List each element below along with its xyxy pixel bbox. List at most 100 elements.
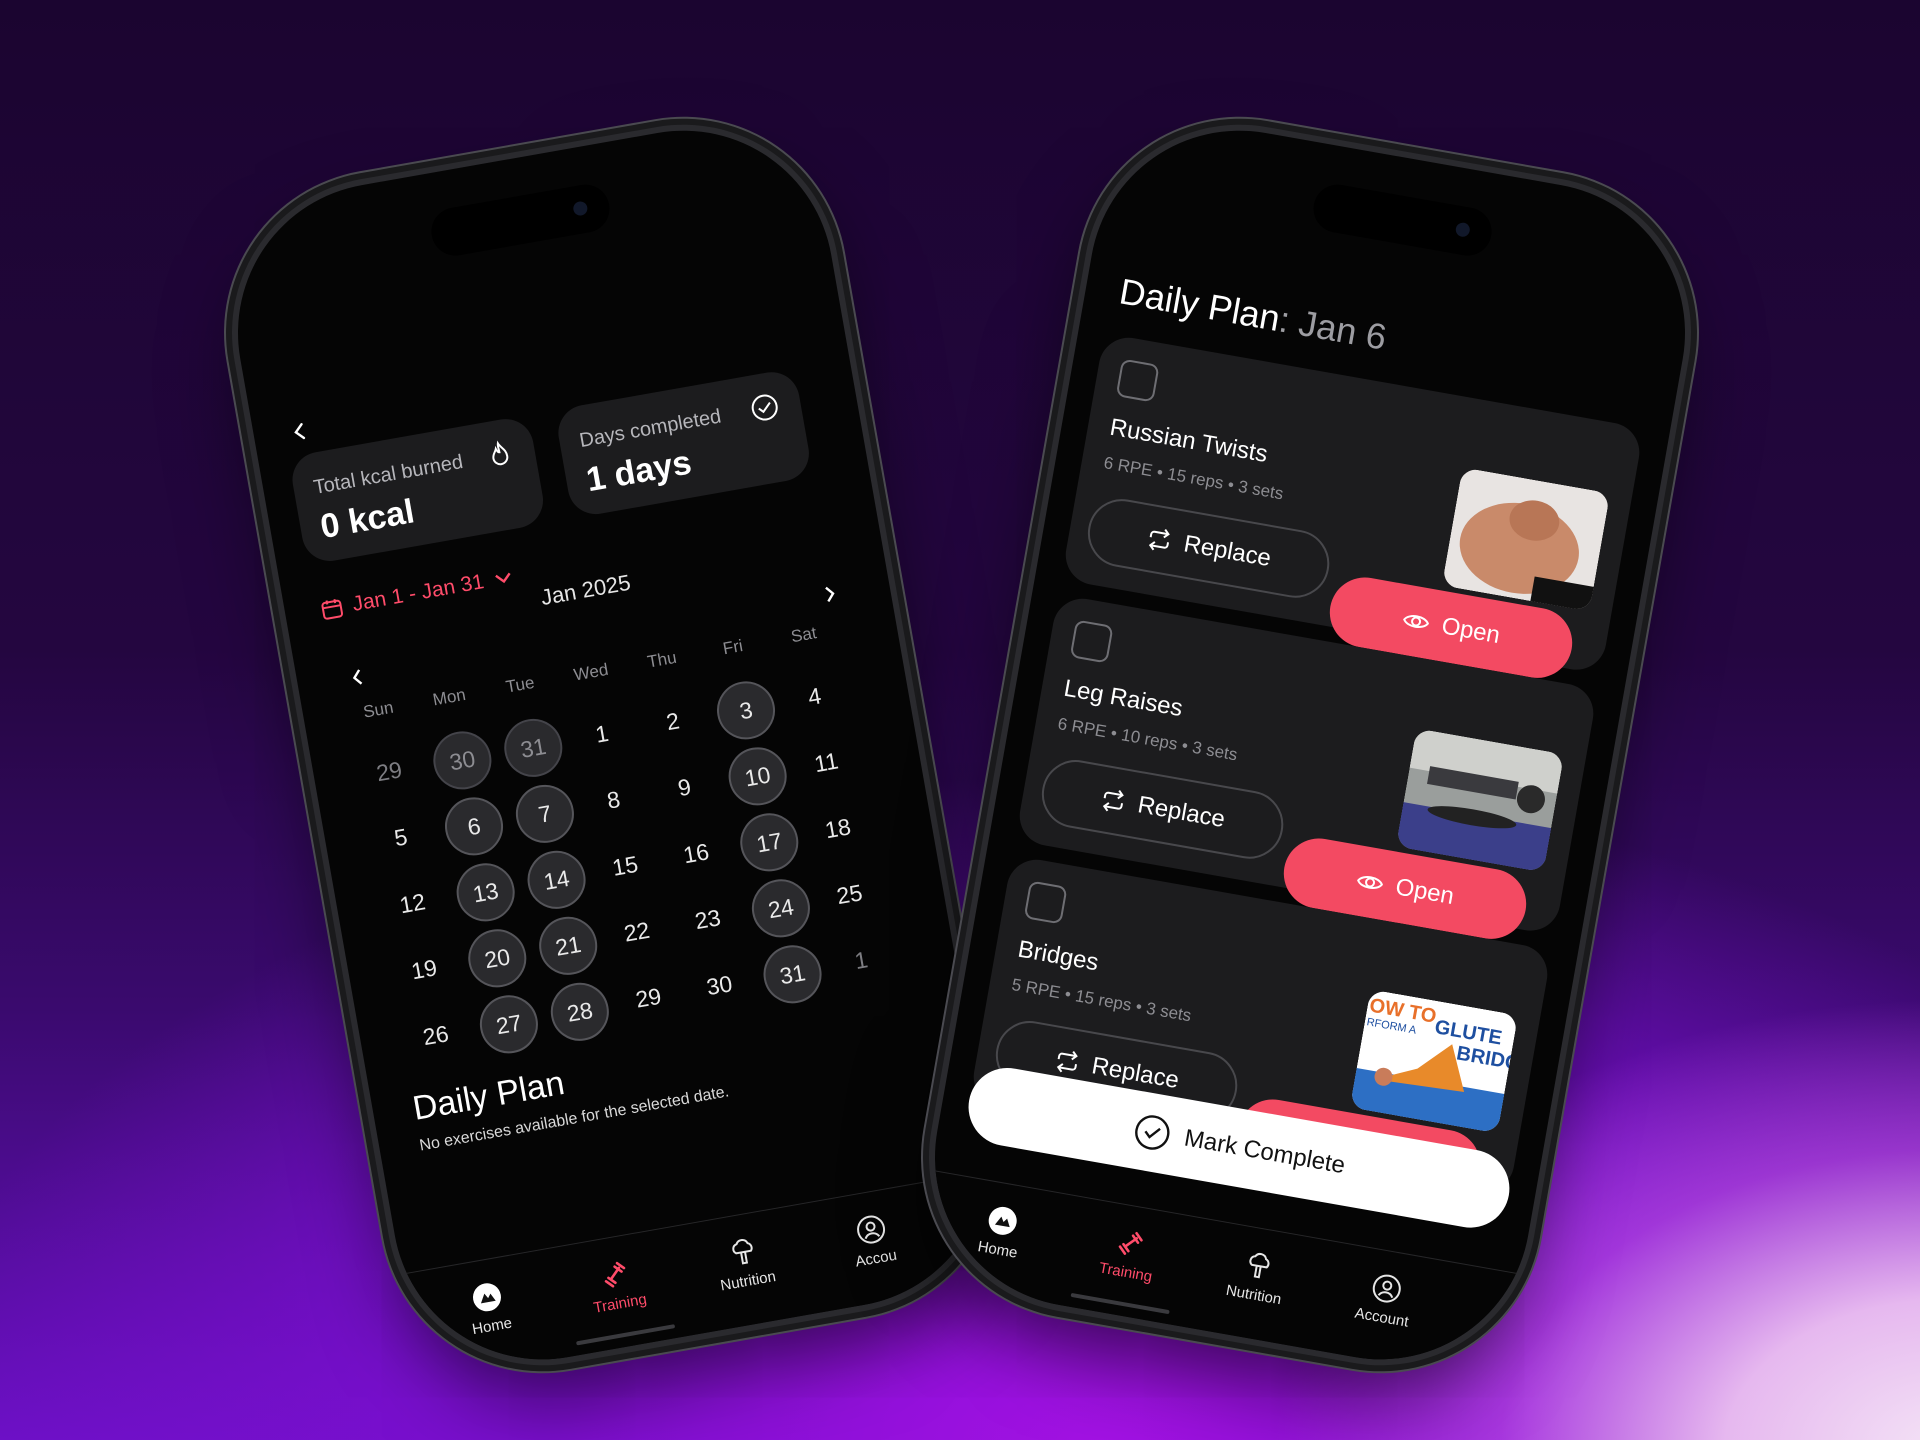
check-circle-icon <box>751 394 778 421</box>
broccoli-icon <box>1249 1253 1270 1279</box>
exercise-name: Leg Raises <box>1061 674 1185 723</box>
weekday-label: Sat <box>789 623 818 647</box>
calendar-grid: 29 30 31 1 2 3 4 5 6 7 8 9 10 11 12 13 1… <box>214 107 870 1058</box>
calendar-day[interactable]: 3 <box>712 676 780 744</box>
calendar-day[interactable]: 29 <box>358 740 421 803</box>
tab-nutrition[interactable]: Nutrition <box>681 1227 808 1300</box>
calendar-day[interactable]: 19 <box>393 938 456 1001</box>
weekday-label: Wed <box>572 659 610 685</box>
tab-indicator <box>1070 1292 1170 1315</box>
calendar-day[interactable]: 16 <box>665 822 728 885</box>
tab-home-label: Home <box>976 1238 1019 1262</box>
calendar-day[interactable]: 18 <box>807 797 870 860</box>
calendar-day[interactable]: 20 <box>463 924 531 992</box>
calendar-day[interactable]: 31 <box>758 940 827 1008</box>
tab-account[interactable]: Account <box>1321 1263 1448 1336</box>
calendar-day[interactable]: 10 <box>724 742 792 810</box>
prev-month-icon[interactable] <box>345 664 369 691</box>
calendar-day[interactable]: 28 <box>546 978 614 1046</box>
account-icon <box>857 1215 886 1244</box>
days-value: 1 days <box>583 443 695 500</box>
calendar-day[interactable]: 9 <box>653 756 716 819</box>
dumbbell-icon <box>1118 1232 1143 1255</box>
weekday-label: Fri <box>721 636 745 659</box>
calendar-day[interactable]: 30 <box>688 954 751 1017</box>
calendar-day[interactable]: 23 <box>676 888 739 951</box>
weekday-row: Sun Mon Tue Wed Thu Fri Sat <box>214 107 818 722</box>
calendar-day[interactable]: 24 <box>747 874 815 942</box>
exercise-thumbnail[interactable] <box>1395 728 1565 873</box>
kcal-label: Total kcal burned <box>311 450 465 499</box>
calendar-day[interactable]: 15 <box>594 834 657 897</box>
tab-home[interactable]: Home <box>425 1272 552 1345</box>
replace-icon <box>1102 789 1124 812</box>
tab-indicator <box>576 1324 676 1346</box>
home-logo-icon <box>988 1206 1017 1235</box>
exercise-checkbox[interactable] <box>1069 619 1114 664</box>
calendar-day[interactable]: 8 <box>582 768 645 831</box>
replace-icon <box>1056 1050 1078 1073</box>
calendar-day[interactable]: 6 <box>440 792 508 860</box>
dynamic-island <box>1309 180 1496 260</box>
thumbnail-image <box>1441 467 1611 612</box>
exercise-checkbox[interactable] <box>1115 358 1160 403</box>
replace-button[interactable]: Replace <box>1082 493 1335 604</box>
exercise-checkbox[interactable] <box>1023 880 1068 925</box>
back-arrow-icon[interactable] <box>286 418 314 446</box>
account-icon <box>1372 1274 1401 1303</box>
calendar-day[interactable]: 7 <box>511 780 579 848</box>
tab-home-label: Home <box>470 1314 514 1339</box>
replace-label: Replace <box>1135 791 1228 834</box>
replace-label: Replace <box>1181 530 1274 573</box>
calendar-day[interactable]: 31 <box>499 714 567 782</box>
calendar-day[interactable]: 14 <box>522 846 591 914</box>
next-month-icon[interactable] <box>818 580 842 607</box>
tab-nutrition-label: Nutrition <box>719 1267 778 1295</box>
thumbnail-image: OW TO RFORM A GLUTE BRIDG <box>1349 989 1519 1134</box>
calendar-day[interactable]: 29 <box>617 966 680 1029</box>
thumbnail-image <box>1395 728 1565 873</box>
replace-button[interactable]: Replace <box>1036 754 1289 865</box>
calendar-day[interactable]: 27 <box>475 990 543 1058</box>
calendar-day[interactable]: 22 <box>606 900 669 963</box>
dynamic-island <box>427 180 614 260</box>
exercise-thumbnail[interactable]: OW TO RFORM A GLUTE BRIDG <box>1349 989 1519 1134</box>
weekday-label: Thu <box>645 647 679 672</box>
kcal-card: Total kcal burned 0 kcal <box>288 414 548 566</box>
open-label: Open <box>1393 873 1457 911</box>
home-logo-icon <box>472 1283 501 1312</box>
calendar-day[interactable]: 12 <box>381 872 444 935</box>
tab-training[interactable]: Training <box>553 1250 680 1323</box>
broccoli-icon <box>732 1239 753 1265</box>
exercise-meta: 6 RPE • 10 reps • 3 sets <box>1056 714 1239 765</box>
replace-icon <box>1148 529 1170 551</box>
calendar-day[interactable]: 1 <box>830 929 893 992</box>
weekday-label: Mon <box>431 684 468 710</box>
calendar-day[interactable]: 5 <box>370 806 433 869</box>
tab-nutrition[interactable]: Nutrition <box>1193 1241 1320 1314</box>
calendar-day[interactable]: 30 <box>428 726 496 794</box>
flame-icon <box>492 440 509 466</box>
chevron-down-icon <box>495 572 511 584</box>
dumbbell-icon <box>604 1261 626 1288</box>
calendar-day[interactable]: 21 <box>534 912 602 980</box>
exercise-name: Bridges <box>1015 935 1101 977</box>
plan-title: Daily Plan <box>1116 270 1284 339</box>
calendar-day[interactable]: 2 <box>642 690 705 753</box>
calendar-day[interactable]: 25 <box>818 863 881 926</box>
calendar-day[interactable]: 1 <box>571 702 634 765</box>
exercise-thumbnail[interactable] <box>1441 467 1611 612</box>
plan-date: : Jan 6 <box>1276 298 1390 358</box>
kcal-value: 0 kcal <box>317 492 418 547</box>
tab-training[interactable]: Training <box>1065 1218 1192 1291</box>
tab-home[interactable]: Home <box>937 1196 1064 1269</box>
eye-icon <box>1357 876 1384 890</box>
tab-training-label: Training <box>1097 1259 1154 1286</box>
calendar-day[interactable]: 17 <box>735 808 803 876</box>
calendar-day[interactable]: 11 <box>795 731 858 794</box>
phone-daily-plan: Daily Plan: Jan 6 Russian Twists 6 RPE •… <box>911 106 1709 1384</box>
calendar-icon <box>321 598 344 620</box>
calendar-day[interactable]: 26 <box>404 1004 467 1067</box>
calendar-day[interactable]: 4 <box>783 665 846 728</box>
calendar-day[interactable]: 13 <box>452 858 520 926</box>
